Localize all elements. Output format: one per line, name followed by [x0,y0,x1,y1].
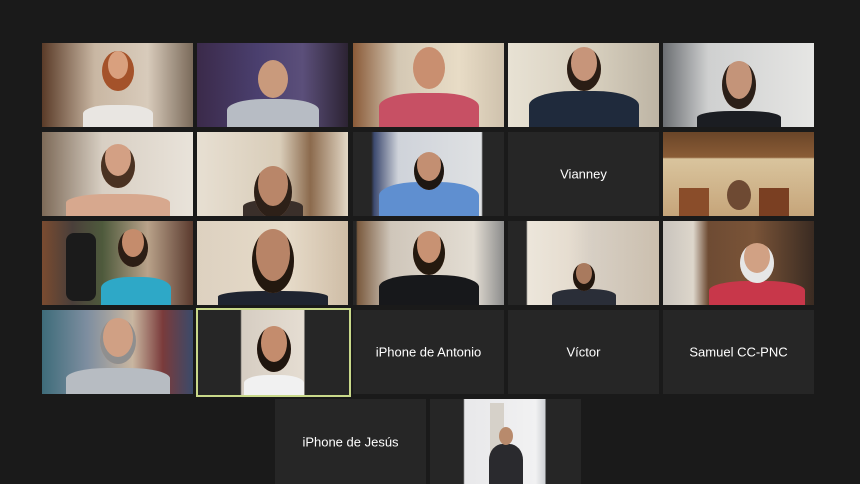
video-tile[interactable] [508,221,659,305]
participant-name: iPhone de Antonio [375,344,482,360]
video-tile[interactable] [663,43,814,127]
participant-name: Samuel CC-PNC [689,344,788,360]
video-tile[interactable] [42,43,193,127]
video-tile[interactable]: iPhone de Antonio [353,310,504,394]
video-tile[interactable] [430,399,581,484]
video-tile[interactable] [508,43,659,127]
video-tile[interactable] [42,132,193,216]
gallery-view: { "participants": [ {"id":"p1","label":"… [0,0,860,484]
video-tile[interactable]: Vianney [508,132,659,216]
video-tile[interactable] [42,310,193,394]
video-tile[interactable] [197,43,348,127]
video-tile[interactable] [42,221,193,305]
video-tile[interactable] [353,43,504,127]
video-tile[interactable] [197,221,348,305]
video-tile[interactable]: Samuel CC-PNC [663,310,814,394]
video-tile[interactable]: Víctor [508,310,659,394]
participant-name: Víctor [566,344,601,360]
video-tile[interactable] [197,132,348,216]
video-tile[interactable] [353,221,504,305]
participant-name: iPhone de Jesús [302,434,399,449]
video-tile[interactable] [663,221,814,305]
participant-name: Vianney [560,166,607,182]
video-tile[interactable] [353,132,504,216]
video-tile[interactable] [663,132,814,216]
video-tile-active-speaker[interactable] [196,308,351,397]
video-tile[interactable]: iPhone de Jesús [275,399,426,484]
